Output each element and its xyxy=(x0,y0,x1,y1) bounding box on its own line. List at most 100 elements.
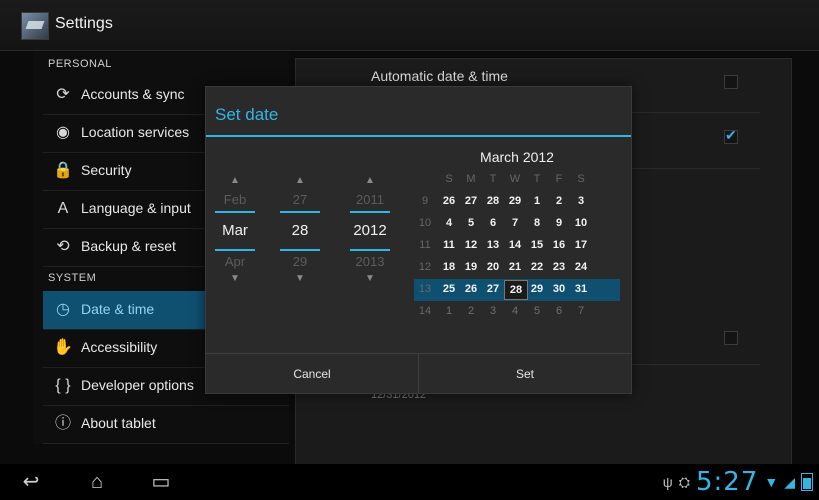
calendar-day[interactable]: 31 xyxy=(570,283,592,295)
calendar-day[interactable]: 1 xyxy=(526,195,548,207)
calendar-day-selected[interactable]: 28 xyxy=(504,280,528,300)
week-number: 13 xyxy=(418,283,432,295)
calendar-day[interactable]: 27 xyxy=(482,283,504,295)
calendar-day[interactable]: 8 xyxy=(526,217,548,229)
calendar-day[interactable]: 14 xyxy=(504,239,526,251)
calendar-day[interactable]: 12 xyxy=(460,239,482,251)
calendar-day[interactable]: 9 xyxy=(548,217,570,229)
day-spinner[interactable]: ▲ 27 28 29 ▼ xyxy=(274,175,326,287)
spinner-prev-value: 27 xyxy=(292,192,308,207)
week-number: 11 xyxy=(419,239,431,251)
settings-icon[interactable] xyxy=(21,12,49,40)
calendar-day[interactable]: 29 xyxy=(504,195,526,207)
weekday-label: W xyxy=(509,173,521,185)
back-icon[interactable]: ↩ xyxy=(16,470,46,494)
action-bar: Settings xyxy=(0,0,819,51)
calendar-day[interactable]: 1 xyxy=(438,305,460,317)
sidebar-item-about[interactable]: ⓘ About tablet xyxy=(43,405,289,444)
calendar-day[interactable]: 5 xyxy=(526,305,548,317)
calendar-day[interactable]: 27 xyxy=(460,195,482,207)
calendar-day[interactable]: 10 xyxy=(570,217,592,229)
calendar-day[interactable]: 17 xyxy=(570,239,592,251)
calendar-day[interactable]: 7 xyxy=(570,305,592,317)
dialog-title: Set date xyxy=(215,105,279,124)
section-personal: PERSONAL xyxy=(48,58,112,70)
spinner-up-arrow-icon[interactable]: ▲ xyxy=(274,175,326,189)
automatic-date-time-checkbox[interactable] xyxy=(724,75,738,89)
sidebar-item-label: Backup & reset xyxy=(81,238,176,254)
calendar-week-row: 14 1 2 3 4 5 6 7 xyxy=(414,301,620,323)
calendar-day[interactable]: 28 xyxy=(482,195,504,207)
calendar-day[interactable]: 6 xyxy=(482,217,504,229)
calendar-day[interactable]: 25 xyxy=(438,283,460,295)
calendar-day[interactable]: 15 xyxy=(526,239,548,251)
spinner-up-arrow-icon[interactable]: ▲ xyxy=(209,175,261,189)
section-system: SYSTEM xyxy=(48,272,97,284)
calendar-view[interactable]: March 2012 S M T W T F S 9 26 27 28 29 1… xyxy=(414,145,620,323)
calendar-day[interactable]: 5 xyxy=(460,217,482,229)
clock: 5:27 xyxy=(695,467,759,497)
calendar-month-label: March 2012 xyxy=(480,149,554,165)
calendar-day[interactable]: 29 xyxy=(526,283,548,295)
weekday-label: M xyxy=(466,173,476,185)
month-spinner[interactable]: ▲ Feb Mar Apr ▼ xyxy=(209,175,261,287)
spinner-prev-value: 2011 xyxy=(356,192,384,207)
calendar-week-row: 9 26 27 28 29 1 2 3 xyxy=(414,191,620,213)
spinner-down-arrow-icon[interactable]: ▼ xyxy=(274,273,326,287)
calendar-day[interactable]: 20 xyxy=(482,261,504,273)
sync-icon: ⟳ xyxy=(56,86,70,103)
cancel-button[interactable]: Cancel xyxy=(206,354,419,394)
status-area[interactable]: ψ ⛭ 5:27 ▼ ◢ xyxy=(662,467,813,497)
spinner-current-value[interactable]: 28 xyxy=(280,211,320,251)
calendar-day[interactable]: 21 xyxy=(504,261,526,273)
calendar-day[interactable]: 4 xyxy=(438,217,460,229)
spinner-next-value: Apr xyxy=(224,254,246,269)
calendar-day[interactable]: 2 xyxy=(460,305,482,317)
calendar-day[interactable]: 7 xyxy=(504,217,526,229)
calendar-day[interactable]: 13 xyxy=(482,239,504,251)
automatic-time-zone-checkbox[interactable] xyxy=(724,127,738,144)
sidebar-item-label: Accounts & sync xyxy=(81,86,185,102)
calendar-day[interactable]: 4 xyxy=(504,305,526,317)
weekday-label: T xyxy=(489,173,497,185)
wifi-icon: ▼ xyxy=(764,474,779,490)
hand-icon: ✋ xyxy=(53,339,73,356)
calendar-day[interactable]: 11 xyxy=(438,239,460,251)
sidebar-item-label: About tablet xyxy=(81,415,156,431)
calendar-week-row: 10 4 5 6 7 8 9 10 xyxy=(414,213,620,235)
weekday-label: S xyxy=(445,173,453,185)
spinner-up-arrow-icon[interactable]: ▲ xyxy=(344,175,396,189)
sidebar-item-label: Language & input xyxy=(81,200,191,216)
calendar-day[interactable]: 26 xyxy=(438,195,460,207)
spinner-next-value: 2013 xyxy=(355,254,385,269)
recent-apps-icon[interactable]: ▭ xyxy=(146,470,176,494)
set-button[interactable]: Set xyxy=(419,354,631,394)
android-debug-icon: ⛭ xyxy=(678,473,690,490)
calendar-day[interactable]: 3 xyxy=(570,195,592,207)
system-navigation-bar: ↩ ⌂ ▭ ψ ⛭ 5:27 ▼ ◢ xyxy=(0,464,819,500)
usb-icon: ψ xyxy=(662,474,673,490)
calendar-day[interactable]: 19 xyxy=(460,261,482,273)
spinner-current-value[interactable]: Mar xyxy=(215,211,255,251)
year-spinner[interactable]: ▲ 2011 2012 2013 ▼ xyxy=(344,175,396,287)
calendar-week-row: 11 11 12 13 14 15 16 17 xyxy=(414,235,620,257)
spinner-down-arrow-icon[interactable]: ▼ xyxy=(209,273,261,287)
spinner-current-value[interactable]: 2012 xyxy=(350,211,390,251)
calendar-weekday-header: S M T W T F S xyxy=(414,169,620,191)
calendar-day[interactable]: 23 xyxy=(548,261,570,273)
calendar-day[interactable]: 18 xyxy=(438,261,460,273)
home-icon[interactable]: ⌂ xyxy=(82,470,112,494)
weekday-label: S xyxy=(577,173,585,185)
calendar-day[interactable]: 2 xyxy=(548,195,570,207)
calendar-day[interactable]: 30 xyxy=(548,283,570,295)
use-24-hour-format-checkbox[interactable] xyxy=(724,331,738,345)
calendar-day[interactable]: 24 xyxy=(570,261,592,273)
spinner-down-arrow-icon[interactable]: ▼ xyxy=(344,273,396,287)
week-number: 9 xyxy=(421,195,429,207)
calendar-day[interactable]: 3 xyxy=(482,305,504,317)
calendar-day[interactable]: 16 xyxy=(548,239,570,251)
calendar-day[interactable]: 6 xyxy=(548,305,570,317)
calendar-day[interactable]: 22 xyxy=(526,261,548,273)
keyboard-icon: A xyxy=(57,200,69,217)
calendar-day[interactable]: 26 xyxy=(460,283,482,295)
